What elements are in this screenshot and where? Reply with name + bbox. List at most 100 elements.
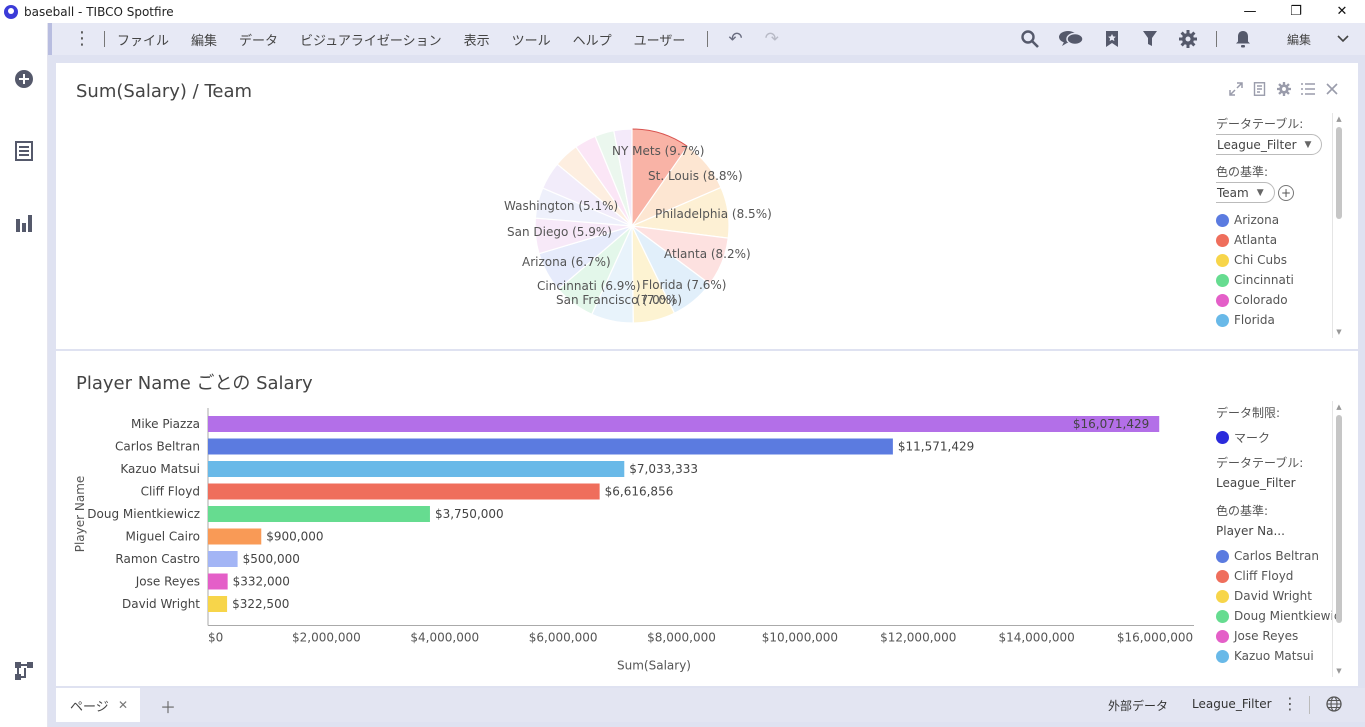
globe-icon[interactable]	[1326, 696, 1342, 715]
bar[interactable]	[208, 438, 893, 455]
x-tick-label: $6,000,000	[529, 631, 598, 645]
legend-table-label: データテーブル:	[1216, 117, 1304, 131]
legend-swatch	[1216, 569, 1229, 583]
pie-legend-item[interactable]: Arizona	[1216, 213, 1279, 227]
menu-file[interactable]: ファイル	[117, 30, 169, 49]
scroll-up-icon[interactable]: ▲	[1335, 115, 1343, 123]
legend-table-value: League_Filter	[1216, 476, 1296, 490]
menu-visualization[interactable]: ビジュアライゼーション	[300, 30, 442, 49]
add-page-icon[interactable]: ＋	[160, 694, 176, 718]
legend-swatch	[1216, 293, 1229, 307]
external-data-status[interactable]: 外部データ	[1108, 697, 1168, 714]
pie-legend-item[interactable]: Atlanta	[1216, 233, 1277, 247]
bar[interactable]	[208, 461, 625, 477]
menu-data[interactable]: データ	[239, 30, 278, 49]
window-title: baseball - TIBCO Spotfire	[24, 4, 174, 19]
x-tick-label: $10,000,000	[762, 631, 838, 645]
mode-dropdown[interactable]: 編集	[1271, 27, 1357, 51]
bar-legend-item[interactable]: Jose Reyes	[1216, 629, 1298, 643]
bar-legend-item[interactable]: David Wright	[1216, 589, 1312, 603]
maximize-visualization-icon[interactable]	[1228, 81, 1244, 97]
pie-chart-panel[interactable]: Sum(Salary) / Team NY Mets (9.7%) St. Lou…	[56, 63, 1358, 349]
bar[interactable]	[208, 528, 262, 545]
scroll-up-icon[interactable]: ▲	[1335, 403, 1343, 411]
bar[interactable]	[208, 483, 600, 500]
bar[interactable]	[208, 573, 228, 590]
details-icon[interactable]	[1252, 81, 1268, 97]
visualization-settings-icon[interactable]	[1276, 81, 1292, 97]
window-controls: — ❐ ✕	[1227, 0, 1365, 23]
spotfire-logo-icon	[4, 4, 18, 19]
bar-legend-scrollbar[interactable]: ▲ ▼	[1332, 401, 1344, 677]
menu-bar: ⋮ ファイル 編集 データ ビジュアライゼーション 表示 ツール ヘルプ ユーザ…	[48, 23, 1365, 55]
page-tab[interactable]: ページ ✕	[56, 688, 140, 722]
menu-help[interactable]: ヘルプ	[573, 30, 612, 49]
data-table-status[interactable]: League_Filter	[1192, 697, 1272, 711]
mode-dropdown-value: 編集	[1287, 32, 1312, 47]
menu-user[interactable]: ユーザー	[634, 30, 686, 49]
visualization-icon[interactable]	[12, 211, 36, 235]
bar-legend-item[interactable]: Kazuo Matsui	[1216, 649, 1314, 663]
legend-item-label: Chi Cubs	[1234, 253, 1287, 267]
scroll-down-icon[interactable]: ▼	[1335, 667, 1343, 675]
pie-chart[interactable]: NY Mets (9.7%) St. Louis (8.8%) Philadelph…	[56, 63, 1196, 349]
bar-legend-item[interactable]: Doug Mientkiewicz	[1216, 609, 1340, 623]
bar-legend-item[interactable]: Carlos Beltran	[1216, 549, 1319, 563]
close-window-button[interactable]: ✕	[1319, 0, 1365, 23]
bar-chart[interactable]: Mike Piazza $16,071,429 Carlos Beltran $11,…	[56, 351, 1206, 686]
menu-tools[interactable]: ツール	[512, 30, 551, 49]
notification-bell-icon[interactable]	[1233, 29, 1253, 49]
scroll-down-icon[interactable]: ▼	[1335, 328, 1343, 336]
menu-edit[interactable]: 編集	[191, 30, 217, 49]
x-tick-label: $16,000,000	[1117, 631, 1193, 645]
data-flow-icon[interactable]	[12, 659, 36, 683]
legend-swatch	[1216, 549, 1229, 563]
status-more-icon[interactable]: ⋮	[1282, 694, 1298, 713]
close-tab-icon[interactable]: ✕	[118, 698, 128, 712]
bar-legend-item[interactable]: Cliff Floyd	[1216, 569, 1293, 583]
bar[interactable]	[208, 506, 430, 522]
y-axis-label[interactable]: Player Name	[73, 476, 87, 553]
close-visualization-icon[interactable]	[1324, 81, 1340, 97]
bookmark-icon[interactable]	[1102, 29, 1122, 49]
legend-toggle-icon[interactable]	[1300, 81, 1316, 97]
settings-gear-icon[interactable]	[1178, 29, 1198, 49]
y-tick-label: Cliff Floyd	[141, 485, 200, 499]
menu-view[interactable]: 表示	[464, 30, 490, 49]
pie-legend-scrollbar[interactable]: ▲ ▼	[1332, 113, 1344, 338]
x-axis-label[interactable]: Sum(Salary)	[617, 659, 691, 673]
pie-legend-item[interactable]: Chi Cubs	[1216, 253, 1287, 267]
legend-item-label: Atlanta	[1234, 233, 1278, 247]
redo-icon[interactable]: ↷	[765, 29, 779, 49]
add-color-by-icon[interactable]: +	[1278, 185, 1294, 201]
scroll-thumb[interactable]	[1336, 127, 1342, 219]
search-icon[interactable]	[1020, 29, 1040, 49]
legend-item-label: Arizona	[1234, 213, 1280, 227]
legend-item-label: Florida	[1234, 313, 1275, 327]
undo-icon[interactable]: ↶	[728, 29, 742, 49]
scroll-thumb[interactable]	[1336, 415, 1342, 623]
add-data-icon[interactable]	[12, 67, 36, 91]
pie-legend-item[interactable]: Cincinnati	[1216, 273, 1294, 287]
y-tick-label: David Wright	[122, 597, 200, 611]
data-table-icon[interactable]	[12, 139, 36, 163]
left-sidebar	[0, 23, 48, 727]
pie-legend-item[interactable]: Colorado	[1216, 293, 1288, 307]
x-tick-label: $4,000,000	[410, 631, 479, 645]
bar-chart-panel[interactable]: Player Name ごとの Salary Mike Piazza $16,07…	[56, 351, 1358, 686]
collaboration-icon[interactable]	[1058, 29, 1084, 49]
bar[interactable]	[208, 596, 228, 612]
pie-legend-item[interactable]: Florida	[1216, 313, 1275, 327]
legend-limit-item[interactable]: マーク	[1216, 429, 1270, 446]
legend-color-dropdown[interactable]: Team ▼	[1216, 182, 1275, 203]
minimize-button[interactable]: —	[1227, 0, 1273, 23]
legend-table-dropdown[interactable]: League_Filter ▼	[1216, 134, 1323, 155]
bar[interactable]	[208, 416, 1160, 432]
y-tick-label: Jose Reyes	[135, 575, 200, 589]
filter-icon[interactable]	[1140, 29, 1160, 49]
maximize-button[interactable]: ❐	[1273, 0, 1319, 23]
legend-item-label: Doug Mientkiewicz	[1234, 609, 1340, 623]
more-menu-icon[interactable]: ⋮	[72, 30, 92, 48]
bar[interactable]	[208, 551, 238, 567]
menu-separator	[707, 31, 709, 47]
